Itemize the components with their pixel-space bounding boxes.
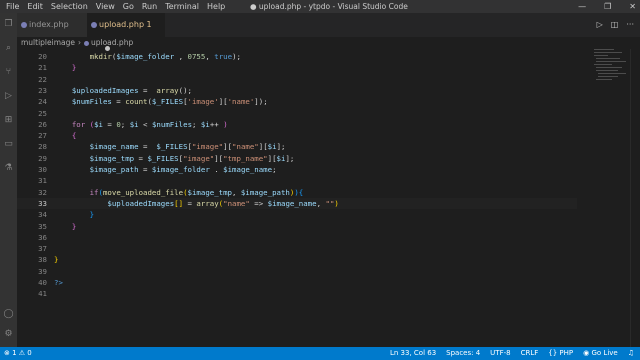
editor-tabs: index.php upload.php 1 ▷ ◫ ··· bbox=[17, 13, 640, 51]
braces-icon: {} bbox=[548, 349, 558, 357]
end-of-line[interactable]: CRLF bbox=[521, 347, 539, 360]
php-file-icon bbox=[84, 40, 89, 46]
line-number: 35 bbox=[38, 221, 47, 231]
run-debug-icon[interactable]: ▷ bbox=[3, 91, 14, 102]
language-mode[interactable]: {} PHP bbox=[548, 347, 573, 360]
line-number: 38 bbox=[38, 255, 47, 265]
go-live-label: Go Live bbox=[591, 349, 618, 357]
menu-go[interactable]: Go bbox=[119, 2, 138, 11]
line-number: 21 bbox=[38, 63, 47, 73]
line-number: 23 bbox=[38, 85, 47, 95]
minimap[interactable] bbox=[592, 49, 630, 89]
php-file-icon bbox=[21, 22, 27, 28]
menu-file[interactable]: File bbox=[2, 2, 23, 11]
testing-icon[interactable]: ⚗ bbox=[3, 163, 14, 174]
breadcrumb-folder[interactable]: multipleimage bbox=[21, 38, 75, 47]
line-number: 29 bbox=[38, 153, 47, 163]
window-title: ● upload.php - ytpdo - Visual Studio Cod… bbox=[250, 2, 408, 11]
line-number: 25 bbox=[38, 108, 47, 118]
code-line: $image_name = $_FILES["image"]["name"][$… bbox=[89, 142, 286, 152]
line-number: 41 bbox=[38, 289, 47, 299]
menu-terminal[interactable]: Terminal bbox=[161, 2, 203, 11]
account-icon[interactable]: ◯ bbox=[3, 309, 14, 320]
menu-selection[interactable]: Selection bbox=[47, 2, 92, 11]
line-number: 24 bbox=[38, 97, 47, 107]
code-line: { bbox=[71, 131, 77, 141]
line-number: 33 bbox=[38, 198, 47, 208]
line-number: 36 bbox=[38, 232, 47, 242]
code-line: } bbox=[71, 221, 77, 231]
line-number: 40 bbox=[38, 278, 47, 287]
minimize-icon[interactable]: — bbox=[578, 2, 586, 11]
go-live-button[interactable]: ◉ Go Live bbox=[583, 347, 618, 360]
breadcrumb: multipleimage › upload.php bbox=[17, 37, 640, 49]
line-number: 20 bbox=[38, 52, 47, 61]
line-number: 27 bbox=[38, 131, 47, 141]
more-actions-icon[interactable]: ··· bbox=[626, 13, 634, 37]
line-number: 30 bbox=[38, 165, 47, 174]
line-number: 26 bbox=[38, 119, 47, 129]
encoding[interactable]: UTF-8 bbox=[490, 347, 510, 360]
problems-indicator[interactable]: ⊗ 1 ⚠ 0 bbox=[4, 347, 32, 360]
run-icon[interactable]: ▷ bbox=[597, 13, 603, 37]
settings-gear-icon[interactable]: ⚙ bbox=[3, 329, 14, 340]
vertical-scrollbar[interactable] bbox=[630, 49, 640, 347]
code-editor[interactable]: 20 mkdir($image_folder , 0755, true); 21… bbox=[17, 49, 577, 347]
code-line: $numFiles = count($_FILES['image']['name… bbox=[71, 97, 268, 107]
line-number: 22 bbox=[38, 74, 47, 84]
line-number: 31 bbox=[38, 176, 47, 186]
code-line: $uploadedImages = array(); bbox=[71, 85, 192, 95]
remote-icon[interactable]: ▭ bbox=[3, 139, 14, 150]
broadcast-icon: ◉ bbox=[583, 349, 590, 357]
menu-edit[interactable]: Edit bbox=[23, 2, 47, 11]
chevron-right-icon: › bbox=[78, 38, 81, 47]
tab-label: index.php bbox=[29, 20, 69, 29]
php-file-icon bbox=[91, 22, 97, 28]
code-line: } bbox=[71, 63, 77, 73]
tab-label: upload.php 1 bbox=[99, 20, 152, 29]
code-line: for ($i = 0; $i < $numFiles; $i++ ) bbox=[71, 119, 228, 129]
search-icon[interactable]: ⌕ bbox=[3, 43, 14, 54]
menu-bar: File Edit Selection View Go Run Terminal… bbox=[2, 0, 229, 13]
code-line: $uploadedImages[] = array("name" => $ima… bbox=[107, 198, 339, 208]
line-number: 37 bbox=[38, 244, 47, 254]
menu-run[interactable]: Run bbox=[138, 2, 161, 11]
code-line: if(move_uploaded_file($image_tmp, $image… bbox=[89, 187, 304, 197]
code-line: mkdir($image_folder , 0755, true); bbox=[89, 52, 241, 61]
tab-upload-php[interactable]: upload.php 1 bbox=[87, 13, 165, 51]
notifications-bell-icon[interactable]: ♫ bbox=[628, 347, 634, 360]
status-bar: ⊗ 1 ⚠ 0 Ln 33, Col 63 Spaces: 4 UTF-8 CR… bbox=[0, 347, 640, 360]
line-number: 32 bbox=[38, 187, 47, 197]
code-line: } bbox=[54, 255, 59, 265]
indentation[interactable]: Spaces: 4 bbox=[446, 347, 480, 360]
source-control-icon[interactable]: ⑂ bbox=[3, 67, 14, 78]
tab-index-php[interactable]: index.php bbox=[17, 13, 87, 37]
split-editor-icon[interactable]: ◫ bbox=[611, 13, 619, 37]
title-bar: File Edit Selection View Go Run Terminal… bbox=[0, 0, 640, 13]
extensions-icon[interactable]: ⊞ bbox=[3, 115, 14, 126]
cursor-position[interactable]: Ln 33, Col 63 bbox=[390, 347, 436, 360]
code-line: ?> bbox=[54, 278, 63, 287]
activity-bar: ❐ ⌕ ⑂ ▷ ⊞ ▭ ⚗ ◯ ⚙ bbox=[0, 13, 17, 347]
line-number: 39 bbox=[38, 266, 47, 276]
code-line: } bbox=[89, 210, 95, 220]
breadcrumb-file[interactable]: upload.php bbox=[91, 38, 133, 47]
menu-help[interactable]: Help bbox=[203, 2, 229, 11]
code-line: $image_tmp = $_FILES["image"]["tmp_name"… bbox=[89, 153, 295, 163]
menu-view[interactable]: View bbox=[92, 2, 119, 11]
maximize-icon[interactable]: ❐ bbox=[604, 2, 611, 11]
language-label: PHP bbox=[559, 349, 574, 357]
close-icon[interactable]: ✕ bbox=[629, 2, 636, 11]
line-number: 34 bbox=[38, 210, 47, 220]
line-number: 28 bbox=[38, 142, 47, 152]
code-line: $image_path = $image_folder . $image_nam… bbox=[89, 165, 277, 174]
explorer-icon[interactable]: ❐ bbox=[3, 19, 14, 30]
